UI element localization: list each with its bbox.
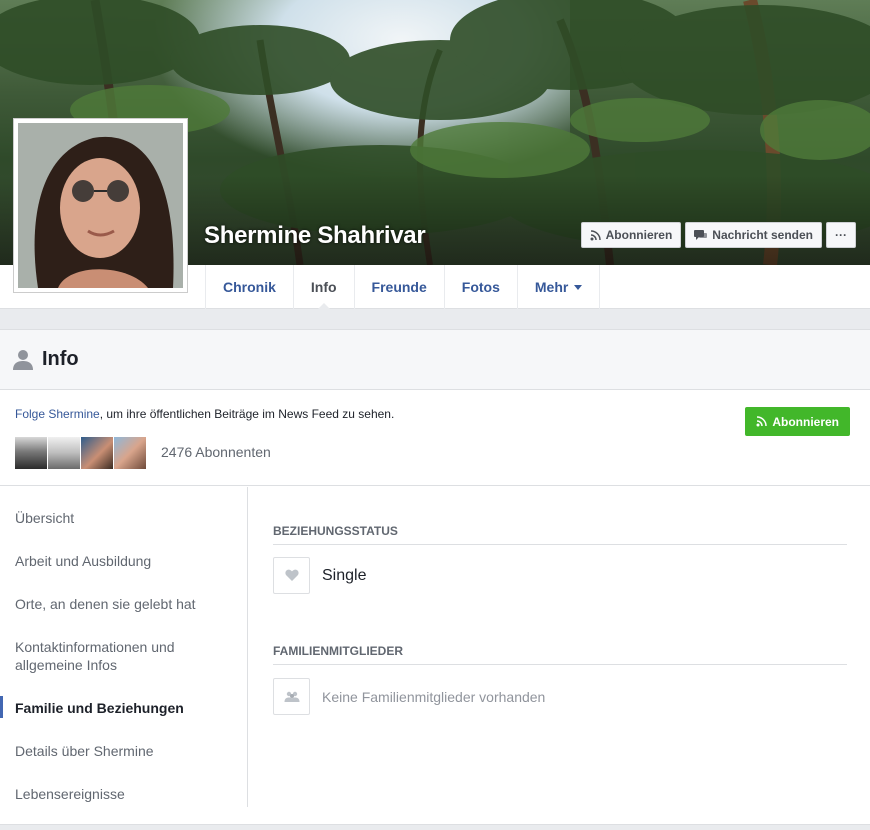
tab-label: Freunde	[371, 279, 427, 295]
person-icon	[13, 349, 33, 370]
tab-label: Chronik	[223, 279, 276, 295]
subscriber-avatar[interactable]	[15, 437, 47, 469]
sidebar-item-details[interactable]: Details über Shermine	[15, 742, 235, 760]
subscriber-avatar[interactable]	[114, 437, 146, 469]
tab-fotos[interactable]: Fotos	[443, 265, 517, 309]
message-icon	[694, 229, 708, 240]
follow-subscribe-label: Abonnieren	[772, 414, 839, 429]
sidebar-item-familie[interactable]: Familie und Beziehungen	[15, 699, 235, 717]
subscriber-avatar[interactable]	[48, 437, 80, 469]
info-sidebar: Übersicht Arbeit und Ausbildung Orte, an…	[0, 487, 248, 807]
send-message-button[interactable]: Nachricht senden	[685, 222, 822, 248]
info-body: Übersicht Arbeit und Ausbildung Orte, an…	[0, 487, 870, 807]
sidebar-item-orte[interactable]: Orte, an denen sie gelebt hat	[15, 595, 235, 613]
tab-mehr[interactable]: Mehr	[516, 265, 601, 309]
section-divider	[273, 664, 847, 665]
tab-label: Mehr	[534, 279, 569, 295]
rss-icon	[590, 229, 601, 240]
relationship-status: Single	[322, 566, 367, 584]
family-empty-text: Keine Familienmitglieder vorhanden	[322, 688, 546, 705]
tab-label: Info	[310, 279, 337, 295]
send-message-label: Nachricht senden	[712, 228, 813, 242]
tab-chronik[interactable]: Chronik	[205, 265, 293, 309]
follow-description: , um ihre öffentlichen Beiträge im News …	[99, 407, 395, 421]
subscriber-count[interactable]: 2476 Abonnenten	[161, 444, 271, 460]
tab-info[interactable]: Info	[292, 265, 354, 310]
info-title: Info	[42, 348, 79, 370]
sidebar-active-indicator	[0, 696, 3, 718]
profile-picture[interactable]	[13, 118, 188, 293]
more-options-label: ···	[835, 228, 847, 242]
relationship-section-title: BEZIEHUNGSSTATUS	[273, 524, 398, 538]
heart-icon-box	[273, 557, 310, 594]
relationship-row: Single	[273, 557, 366, 594]
subscribe-button[interactable]: Abonnieren	[580, 222, 682, 248]
cover-actions: Abonnieren Nachricht senden ···	[580, 222, 856, 248]
follow-text: Folge Shermine, um ihre öffentlichen Bei…	[15, 407, 394, 421]
sidebar-item-uebersicht[interactable]: Übersicht	[15, 509, 235, 527]
profile-portrait-illustration	[18, 123, 183, 288]
people-icon	[284, 691, 299, 702]
rss-icon	[756, 416, 768, 427]
section-divider	[273, 544, 847, 545]
more-options-button[interactable]: ···	[826, 222, 856, 248]
sidebar-item-arbeit[interactable]: Arbeit und Ausbildung	[15, 552, 235, 570]
profile-tabs: Chronik Info Freunde Fotos Mehr	[205, 265, 601, 310]
subscribe-label: Abonnieren	[605, 228, 673, 242]
tab-label: Fotos	[461, 279, 500, 295]
info-panel: Info Folge Shermine, um ihre öffentliche…	[0, 329, 870, 824]
info-header: Info	[0, 330, 870, 390]
family-section-title: FAMILIENMITGLIEDER	[273, 644, 403, 658]
family-icon-box	[273, 678, 310, 715]
page-bottom-strip	[0, 824, 870, 830]
family-row: Keine Familienmitglieder vorhanden	[273, 678, 545, 715]
chevron-down-icon	[574, 284, 583, 290]
heart-icon	[284, 569, 299, 581]
sidebar-item-kontakt[interactable]: Kontaktinformationen und allgemeine Info…	[15, 638, 225, 674]
subscriber-avatar[interactable]	[81, 437, 113, 469]
follow-link[interactable]: Folge Shermine	[15, 407, 100, 421]
sidebar-item-lebensereignisse[interactable]: Lebensereignisse	[15, 785, 235, 803]
follow-subscribe-button[interactable]: Abonnieren	[745, 407, 850, 436]
profile-photo	[18, 123, 183, 288]
subscriber-thumbnails	[15, 437, 146, 469]
tab-freunde[interactable]: Freunde	[353, 265, 444, 309]
profile-name[interactable]: Shermine Shahrivar	[204, 222, 426, 250]
follow-box: Folge Shermine, um ihre öffentlichen Bei…	[0, 390, 870, 486]
